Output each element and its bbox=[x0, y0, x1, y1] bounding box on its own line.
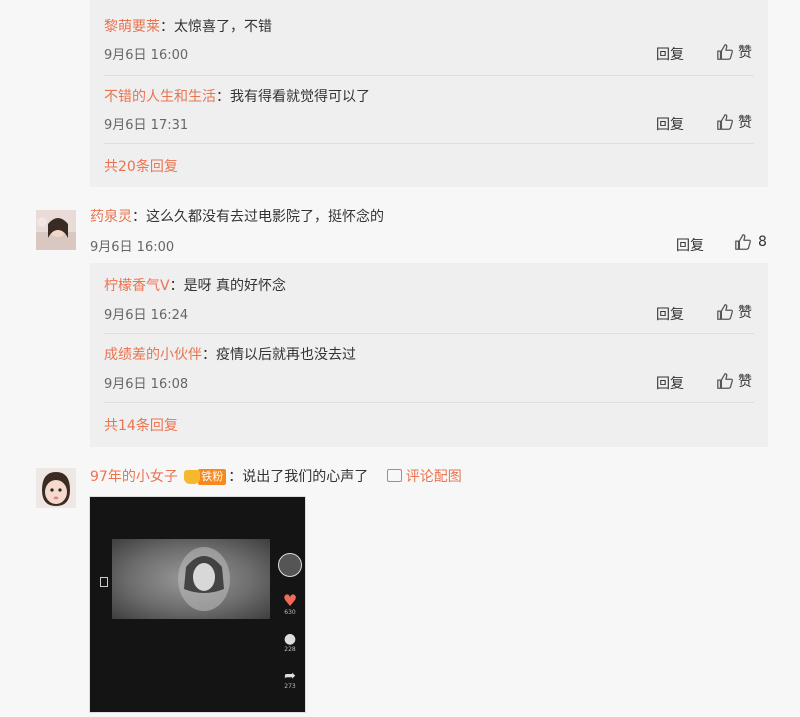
video-like-stat: ♥ 630 bbox=[282, 591, 298, 617]
like-count: 8 bbox=[758, 234, 767, 250]
thumbs-up-icon bbox=[717, 114, 733, 130]
fan-badge[interactable]: 铁粉 bbox=[184, 469, 227, 485]
reply-text: ：是呀 真的好怀念 bbox=[169, 278, 287, 294]
author-avatar-icon bbox=[278, 553, 302, 577]
sub-reply: 柠檬香气V：是呀 真的好怀念 9月6日 16:24 回复 赞 bbox=[90, 263, 768, 332]
divider bbox=[104, 75, 754, 76]
sub-reply: 成绩差的小伙伴：疫情以后就再也没去过 9月6日 16:08 回复 赞 bbox=[90, 335, 768, 404]
comment-username[interactable]: 97年的小女子 bbox=[90, 469, 178, 485]
divider bbox=[104, 143, 754, 144]
like-label: 赞 bbox=[738, 305, 752, 321]
thumbs-up-icon bbox=[717, 373, 733, 389]
fan-badge-label: 铁粉 bbox=[198, 469, 227, 485]
reply-button[interactable]: 回复 bbox=[656, 114, 684, 134]
like-button[interactable]: 赞 bbox=[716, 302, 752, 322]
comment-picture-link[interactable]: 评论配图 bbox=[386, 469, 462, 485]
divider bbox=[104, 402, 754, 403]
thumbs-up-icon bbox=[735, 234, 751, 250]
like-label: 赞 bbox=[738, 45, 752, 61]
video-like-count: 630 bbox=[284, 609, 296, 616]
reply-time: 9月6日 16:08 bbox=[104, 377, 189, 392]
reply-button[interactable]: 回复 bbox=[676, 235, 704, 255]
like-label: 赞 bbox=[738, 115, 752, 131]
reply-time: 9月6日 16:00 bbox=[104, 48, 189, 63]
like-button[interactable]: 赞 bbox=[716, 112, 752, 132]
reply-text: ：我有得看就觉得可以了 bbox=[216, 89, 370, 105]
reply-time: 9月6日 16:24 bbox=[104, 308, 189, 323]
video-share-count: 273 bbox=[284, 683, 296, 690]
like-label: 赞 bbox=[738, 374, 752, 390]
like-button[interactable]: 赞 bbox=[716, 371, 752, 391]
reply-button[interactable]: 回复 bbox=[656, 44, 684, 64]
more-replies-link[interactable]: 共14条回复 bbox=[104, 415, 178, 435]
like-button[interactable]: 赞 bbox=[716, 42, 752, 62]
more-replies-link[interactable]: 共20条回复 bbox=[104, 156, 178, 176]
reply-button[interactable]: 回复 bbox=[656, 373, 684, 393]
reply-username[interactable]: 黎萌要莱 bbox=[104, 19, 160, 35]
video-comment-count: 228 bbox=[284, 646, 296, 653]
sub-reply: 黎萌要莱：太惊喜了，不错 9月6日 16:00 回复 赞 bbox=[90, 0, 768, 69]
person-silhouette bbox=[178, 547, 230, 611]
reply-text: ：疫情以后就再也没去过 bbox=[202, 347, 356, 363]
comment-feed: 黎萌要莱：太惊喜了，不错 9月6日 16:00 回复 赞 不错的人生和生活：我有… bbox=[0, 0, 800, 717]
comment-username[interactable]: 药泉灵 bbox=[90, 209, 132, 225]
video-side-actions: ♥ 630 ● 228 ➦ 273 bbox=[278, 553, 302, 690]
reply-button[interactable]: 回复 bbox=[656, 304, 684, 324]
heart-icon: ♥ bbox=[282, 591, 298, 610]
video-share-stat: ➦ 273 bbox=[284, 669, 296, 690]
video-frame bbox=[112, 539, 270, 619]
reply-time: 9月6日 17:31 bbox=[104, 118, 189, 133]
comment-text: ：这么久都没有去过电影院了，挺怀念的 bbox=[132, 209, 384, 225]
crown-icon bbox=[184, 470, 201, 484]
thumbs-up-icon bbox=[717, 304, 733, 320]
avatar[interactable] bbox=[36, 210, 76, 250]
thumbs-up-icon bbox=[717, 44, 733, 60]
battery-icon bbox=[100, 577, 108, 587]
reply-text: ：太惊喜了，不错 bbox=[160, 19, 272, 35]
reply-box: 柠檬香气V：是呀 真的好怀念 9月6日 16:24 回复 赞 成绩差的小伙伴：疫… bbox=[90, 263, 768, 447]
video-comment-stat: ● 228 bbox=[284, 632, 296, 653]
share-arrow-icon: ➦ bbox=[284, 668, 296, 684]
reply-username[interactable]: 不错的人生和生活 bbox=[104, 89, 216, 105]
comment-bubble-icon: ● bbox=[283, 631, 297, 647]
reply-username[interactable]: 柠檬香气V bbox=[104, 278, 170, 294]
image-icon bbox=[386, 469, 402, 482]
comment-picture-label: 评论配图 bbox=[405, 469, 462, 485]
avatar[interactable] bbox=[36, 468, 76, 508]
reply-username[interactable]: 成绩差的小伙伴 bbox=[104, 347, 202, 363]
like-button[interactable]: 8 bbox=[734, 233, 767, 251]
comment-time: 9月6日 16:00 bbox=[90, 240, 175, 255]
sub-reply: 不错的人生和生活：我有得看就觉得可以了 9月6日 17:31 回复 赞 bbox=[90, 78, 768, 147]
comment-text: ：说出了我们的心声了 bbox=[228, 469, 369, 485]
divider bbox=[104, 333, 754, 334]
comment-image[interactable]: ♥ 630 ● 228 ➦ 273 bbox=[89, 496, 306, 713]
reply-box: 黎萌要莱：太惊喜了，不错 9月6日 16:00 回复 赞 不错的人生和生活：我有… bbox=[90, 0, 768, 187]
